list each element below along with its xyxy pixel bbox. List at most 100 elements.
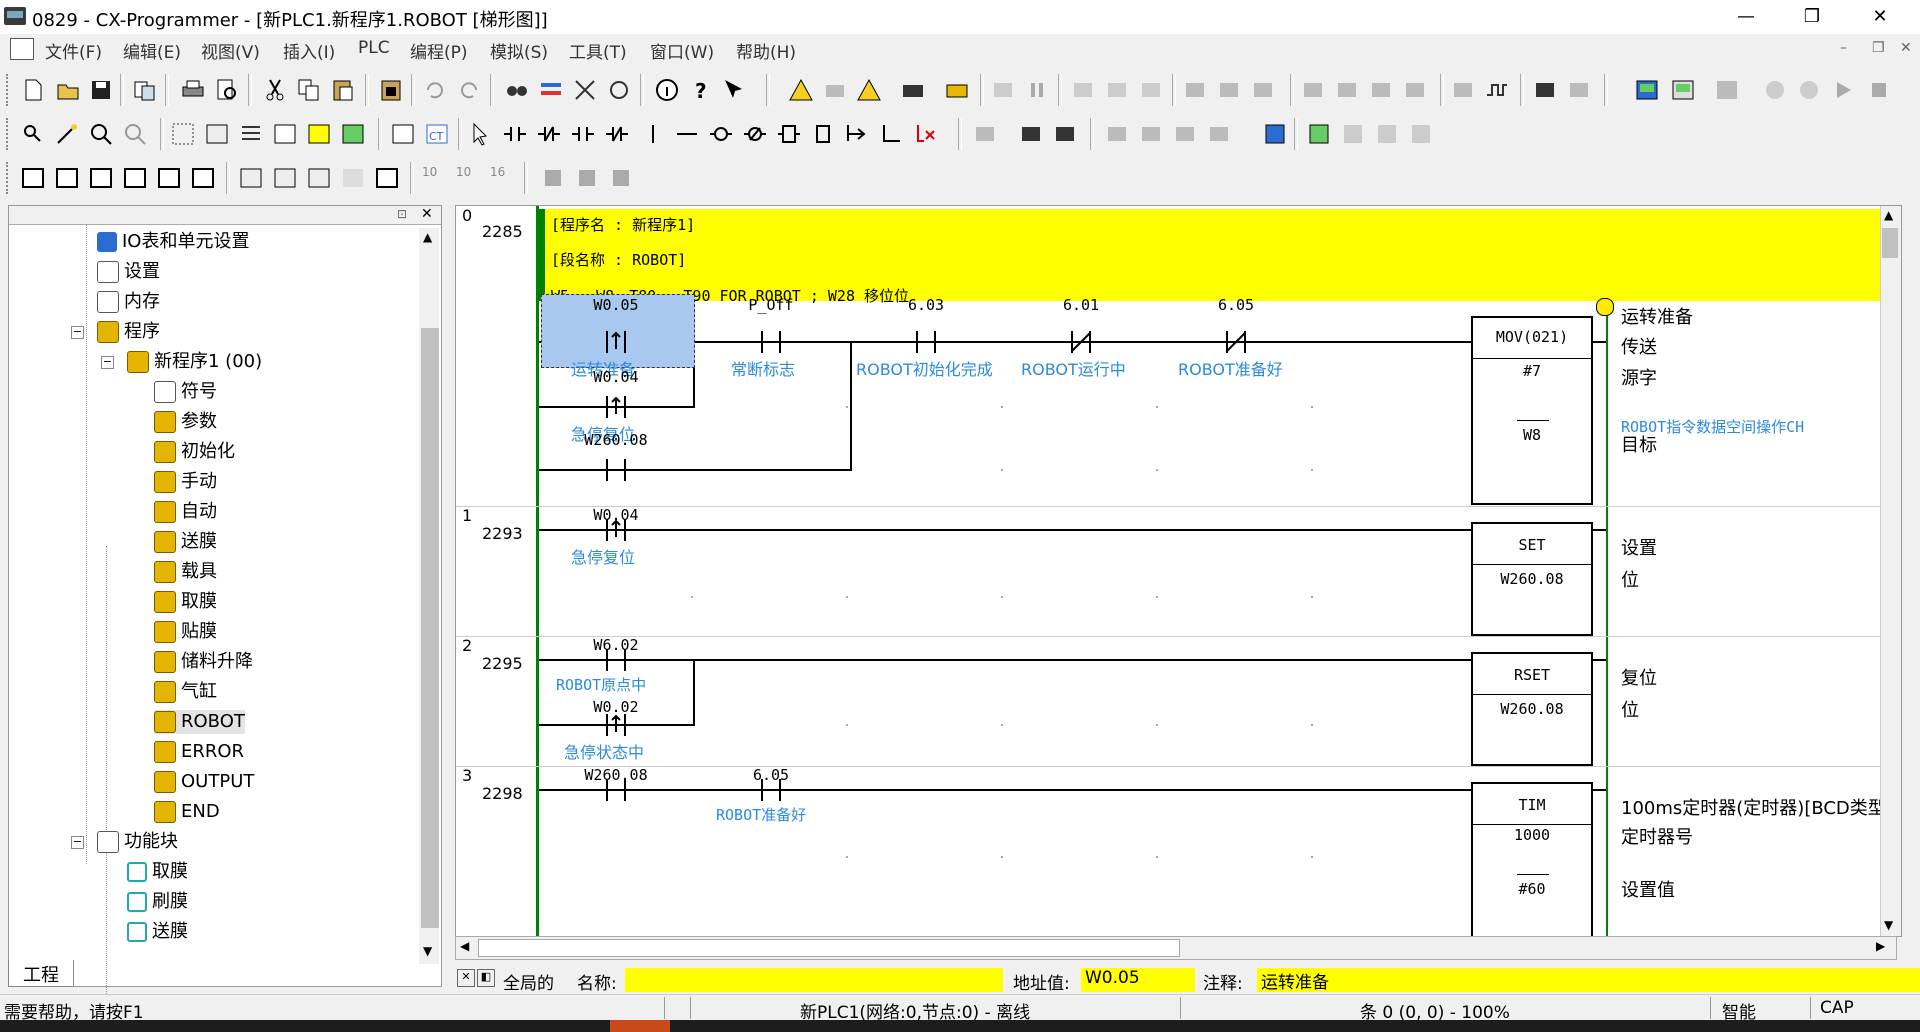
warning-icon[interactable] (788, 77, 814, 103)
tree-symbols[interactable]: 符号 (154, 380, 217, 404)
tree-section-error[interactable]: ERROR (154, 740, 244, 764)
upload-icon[interactable] (1070, 77, 1096, 103)
tree-scroll-thumb[interactable] (421, 328, 439, 928)
contact-addr[interactable]: P_Off (711, 296, 831, 314)
replace-icon[interactable] (538, 77, 564, 103)
tree-memory[interactable]: 内存 (97, 290, 160, 314)
tree-section-storage-lift[interactable]: 储料升降 (154, 650, 253, 674)
clipboard-icon[interactable] (378, 77, 404, 103)
info-icon[interactable] (654, 77, 680, 103)
step-run-icon[interactable] (1762, 77, 1788, 103)
force-on-icon[interactable] (1182, 77, 1208, 103)
contact-addr[interactable]: 6.01 (1021, 296, 1141, 314)
watch-icon[interactable] (1532, 77, 1558, 103)
toolbar-grip[interactable] (6, 162, 12, 194)
data-trace-icon[interactable] (1566, 77, 1592, 103)
redo-icon[interactable] (456, 77, 482, 103)
show-local-icon[interactable] (306, 165, 332, 191)
tree-programs[interactable]: 程序 (97, 320, 160, 344)
contact-addr[interactable]: 6.03 (866, 296, 986, 314)
help-icon[interactable]: ? (688, 77, 714, 103)
online-edit-icon[interactable] (972, 121, 998, 147)
diff-up-icon[interactable] (1138, 121, 1164, 147)
pause-icon[interactable] (1024, 77, 1050, 103)
instruction-icon[interactable] (776, 121, 802, 147)
tim-instruction-box[interactable]: TIM 1000 #60 (1471, 782, 1593, 936)
horizontal-line-icon[interactable] (674, 121, 700, 147)
name-field[interactable] (625, 968, 1003, 992)
play-icon[interactable] (1830, 77, 1856, 103)
ladder-vertical-scrollbar[interactable] (1880, 206, 1901, 936)
list-icon[interactable] (238, 121, 264, 147)
menu-program[interactable]: 编程(P) (410, 38, 468, 63)
sim-monitor-icon[interactable] (1714, 77, 1740, 103)
tree-io-table[interactable]: IO表和单元设置 (97, 230, 249, 254)
step-in-icon[interactable] (1796, 77, 1822, 103)
monitor-warn-icon[interactable] (856, 77, 882, 103)
properties-icon[interactable] (156, 165, 182, 191)
transfer-icon[interactable] (900, 77, 926, 103)
address-ref-tool-icon[interactable] (122, 165, 148, 191)
or-nc-contact-icon[interactable] (604, 121, 630, 147)
force-off-icon[interactable] (1216, 77, 1242, 103)
rung-comment-icon[interactable] (272, 121, 298, 147)
address-ref-icon[interactable] (606, 77, 632, 103)
print-icon[interactable] (180, 77, 206, 103)
minimize-button[interactable]: — (1716, 0, 1776, 34)
mnemonic-view-icon[interactable] (1340, 121, 1366, 147)
stop-icon[interactable] (1866, 77, 1892, 103)
compare-plc-icon[interactable] (1138, 77, 1164, 103)
menu-tools[interactable]: 工具(T) (569, 38, 627, 63)
infobar-close-icon[interactable]: ✕ (457, 969, 475, 987)
tree-section-init[interactable]: 初始化 (154, 440, 235, 464)
simulator-icon[interactable] (1634, 77, 1660, 103)
undo-icon[interactable] (422, 77, 448, 103)
download-icon[interactable] (1104, 77, 1130, 103)
tree-section-cylinder[interactable]: 气缸 (154, 680, 217, 704)
zoom-wand-icon[interactable] (54, 121, 80, 147)
output-window-icon[interactable] (54, 165, 80, 191)
reset-icon[interactable] (1334, 77, 1360, 103)
warning-marker-icon[interactable] (1596, 298, 1614, 316)
corner-line-icon[interactable] (878, 121, 904, 147)
tree-program1[interactable]: 新程序1 (00) (127, 350, 262, 374)
sim-settings-icon[interactable] (1670, 77, 1696, 103)
context-help-icon[interactable] (722, 77, 748, 103)
contact-addr[interactable]: W0.05 (556, 296, 676, 314)
contact-addr[interactable]: 6.05 (1176, 296, 1296, 314)
signed-10-icon[interactable]: 10 (456, 165, 482, 191)
hex-16-icon[interactable]: 16 (490, 165, 516, 191)
ladder-scroll-thumb[interactable] (1882, 228, 1898, 258)
expand-program1-toggle[interactable]: − (101, 356, 114, 369)
tree-fb-pick[interactable]: 取膜 (127, 860, 188, 884)
toggle-icon[interactable] (1368, 77, 1394, 103)
toolbar-grip[interactable] (6, 118, 12, 150)
zoom-in-icon[interactable] (88, 121, 114, 147)
force-cancel-icon[interactable] (1250, 77, 1276, 103)
vertical-line-icon[interactable] (640, 121, 666, 147)
diff-icon[interactable] (1450, 77, 1476, 103)
scroll-right-icon[interactable]: ▶ (1876, 939, 1885, 953)
jump-icon[interactable] (608, 165, 634, 191)
panel-pin-icon[interactable]: ⊡ (397, 207, 407, 221)
io-comment-icon[interactable] (340, 121, 366, 147)
or-contact-icon[interactable] (570, 121, 596, 147)
coil-icon[interactable] (708, 121, 734, 147)
tree-section-auto[interactable]: 自动 (154, 500, 217, 524)
close-button[interactable]: ✕ (1850, 0, 1910, 34)
delete-line-icon[interactable] (912, 121, 938, 147)
toolbar-grip[interactable] (6, 74, 12, 106)
menu-help[interactable]: 帮助(H) (736, 38, 796, 63)
set-icon[interactable] (1300, 77, 1326, 103)
show-mnemonic-icon[interactable] (272, 165, 298, 191)
time-chart-icon[interactable] (1484, 77, 1510, 103)
copy-icon[interactable] (296, 77, 322, 103)
ladder-scroll-up-icon[interactable]: ▲ (1884, 208, 1893, 222)
tab-project[interactable]: 工程 (8, 960, 74, 987)
tree-section-params[interactable]: 参数 (154, 410, 217, 434)
monitor-icon[interactable] (390, 121, 416, 147)
sfc-view-icon[interactable] (1408, 121, 1434, 147)
print-preview-icon[interactable] (214, 77, 240, 103)
address-field[interactable]: W0.05 (1081, 968, 1195, 992)
mdi-close-icon[interactable]: ✕ (1900, 40, 1912, 56)
